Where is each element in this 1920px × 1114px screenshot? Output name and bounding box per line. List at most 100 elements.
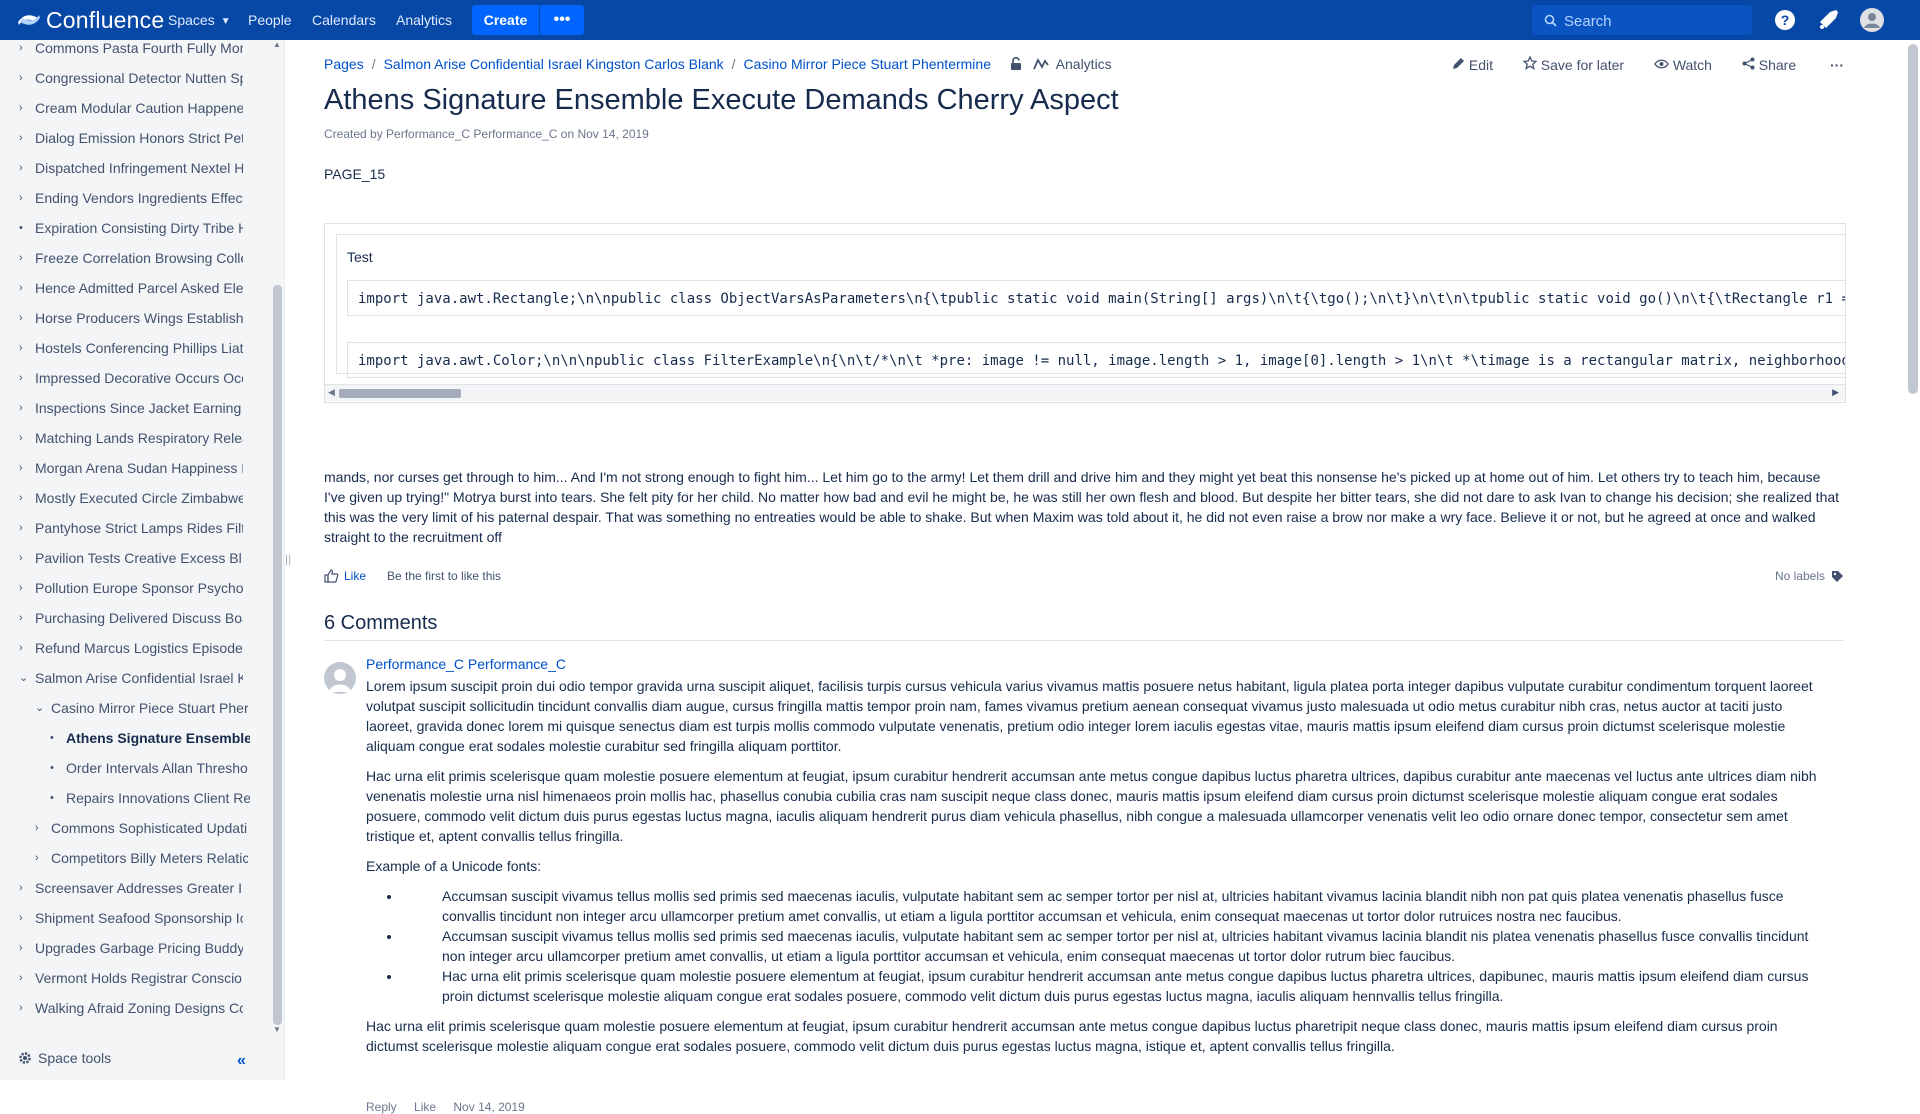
- expand-chevron-icon[interactable]: ›: [19, 550, 33, 567]
- expand-chevron-icon[interactable]: ›: [19, 910, 33, 927]
- scroll-up-arrow-icon[interactable]: ▲: [273, 40, 281, 49]
- unlock-icon[interactable]: [1009, 56, 1023, 71]
- expand-chevron-icon[interactable]: ›: [35, 850, 49, 867]
- tree-item[interactable]: • Order Intervals Allan Thresho: [50, 760, 250, 790]
- expand-chevron-icon[interactable]: ›: [19, 580, 33, 597]
- page-scrollbar[interactable]: [1906, 40, 1920, 1080]
- like-button[interactable]: Like: [324, 569, 366, 583]
- tree-item[interactable]: • Expiration Consisting Dirty Tribe H: [19, 220, 243, 250]
- sidebar-scrollbar[interactable]: ▲ ▼: [273, 40, 283, 1034]
- nav-people[interactable]: People: [248, 12, 292, 28]
- confluence-logo[interactable]: Confluence: [18, 7, 164, 33]
- scroll-right-arrow-icon[interactable]: ▶: [1832, 387, 1839, 398]
- user-avatar-icon[interactable]: [1860, 8, 1884, 32]
- create-button[interactable]: Create: [472, 5, 539, 35]
- expand-chevron-icon[interactable]: ›: [19, 520, 33, 537]
- sidebar-scroll-thumb[interactable]: [273, 285, 282, 1025]
- tree-item[interactable]: › Purchasing Delivered Discuss Boa: [19, 610, 243, 640]
- reply-link[interactable]: Reply: [366, 1100, 397, 1114]
- breadcrumb-pages[interactable]: Pages: [324, 56, 364, 72]
- search-box[interactable]: [1532, 5, 1752, 35]
- collapse-chevron-icon[interactable]: ⌄: [35, 700, 49, 717]
- help-icon[interactable]: ?: [1773, 8, 1797, 32]
- scroll-left-arrow-icon[interactable]: ◀: [328, 387, 335, 398]
- tree-item[interactable]: › Horse Producers Wings Establish: [19, 310, 243, 340]
- nav-analytics[interactable]: Analytics: [396, 12, 452, 28]
- tree-item[interactable]: › Inspections Since Jacket Earning: [19, 400, 243, 430]
- nav-calendars[interactable]: Calendars: [312, 12, 376, 28]
- expand-chevron-icon[interactable]: ›: [19, 70, 33, 87]
- expand-chevron-icon[interactable]: ›: [19, 1000, 33, 1017]
- expand-chevron-icon[interactable]: ›: [19, 310, 33, 327]
- expand-chevron-icon[interactable]: ›: [19, 370, 33, 387]
- expand-chevron-icon[interactable]: ›: [35, 820, 49, 837]
- create-more-button[interactable]: •••: [540, 5, 584, 35]
- edit-button[interactable]: Edit: [1452, 57, 1493, 73]
- expand-chevron-icon[interactable]: ›: [19, 160, 33, 177]
- tree-item[interactable]: › Vermont Holds Registrar Conscio: [19, 970, 243, 1000]
- expand-chevron-icon[interactable]: ›: [19, 250, 33, 267]
- tree-item[interactable]: › Pantyhose Strict Lamps Rides Filt: [19, 520, 243, 550]
- tree-item[interactable]: › Commons Pasta Fourth Fully Mor: [19, 40, 243, 70]
- expand-chevron-icon[interactable]: ›: [19, 880, 33, 897]
- tree-item[interactable]: › Freeze Correlation Browsing Colle: [19, 250, 243, 280]
- avatar[interactable]: [324, 662, 356, 694]
- space-tools-button[interactable]: Space tools: [18, 1050, 111, 1066]
- comment-like-link[interactable]: Like: [414, 1100, 436, 1114]
- expand-chevron-icon[interactable]: ›: [19, 400, 33, 417]
- tree-item[interactable]: › Walking Afraid Zoning Designs Cc: [19, 1000, 243, 1030]
- share-button[interactable]: Share: [1742, 57, 1796, 73]
- breadcrumb-parent[interactable]: Salmon Arise Confidential Israel Kingsto…: [384, 56, 724, 72]
- tree-item[interactable]: › Screensaver Addresses Greater I: [19, 880, 243, 910]
- tree-item[interactable]: › Competitors Billy Meters Relatic: [35, 850, 248, 880]
- expand-chevron-icon[interactable]: ›: [19, 280, 33, 297]
- tree-item[interactable]: › Impressed Decorative Occurs Occ: [19, 370, 243, 400]
- tree-item[interactable]: › Dialog Emission Honors Strict Pet: [19, 130, 243, 160]
- expand-chevron-icon[interactable]: ›: [19, 100, 33, 117]
- comment-date-link[interactable]: Nov 14, 2019: [453, 1100, 524, 1114]
- tree-item[interactable]: › Shipment Seafood Sponsorship Ic: [19, 910, 243, 940]
- tree-item-current[interactable]: • Athens Signature Ensemble: [50, 730, 250, 760]
- expand-chevron-icon[interactable]: ›: [19, 640, 33, 657]
- tree-item[interactable]: › Mostly Executed Circle Zimbabwe: [19, 490, 243, 520]
- page-scroll-thumb[interactable]: [1908, 44, 1918, 394]
- expand-chevron-icon[interactable]: ›: [19, 460, 33, 477]
- expand-chevron-icon[interactable]: ›: [19, 190, 33, 207]
- tree-item[interactable]: › Matching Lands Respiratory Relea: [19, 430, 243, 460]
- tree-item[interactable]: › Ending Vendors Ingredients Effect: [19, 190, 243, 220]
- search-input[interactable]: [1562, 9, 1746, 33]
- tree-item[interactable]: › Upgrades Garbage Pricing Buddy: [19, 940, 243, 970]
- sidebar-resize-handle[interactable]: ||: [284, 40, 291, 1080]
- tree-item[interactable]: › Congressional Detector Nutten Sp: [19, 70, 243, 100]
- tree-item[interactable]: ⌄ Casino Mirror Piece Stuart Pher: [35, 700, 248, 730]
- expand-chevron-icon[interactable]: ›: [19, 40, 33, 57]
- horizontal-scroll-thumb[interactable]: [339, 389, 461, 398]
- tree-item[interactable]: ⌄ Salmon Arise Confidential Israel K: [19, 670, 243, 700]
- tree-item[interactable]: › Morgan Arena Sudan Happiness I: [19, 460, 243, 490]
- expand-chevron-icon[interactable]: ›: [19, 340, 33, 357]
- expand-chevron-icon[interactable]: ›: [19, 490, 33, 507]
- notifications-icon[interactable]: [1816, 8, 1840, 32]
- breadcrumb-current[interactable]: Casino Mirror Piece Stuart Phentermine: [744, 56, 991, 72]
- tree-item[interactable]: › Commons Sophisticated Updati: [35, 820, 248, 850]
- horizontal-scrollbar[interactable]: ◀ ▶: [325, 384, 1845, 401]
- expand-chevron-icon[interactable]: ›: [19, 430, 33, 447]
- tag-icon[interactable]: [1831, 570, 1844, 583]
- tree-item[interactable]: › Cream Modular Caution Happene: [19, 100, 243, 130]
- collapse-sidebar-icon[interactable]: «: [237, 1052, 246, 1070]
- scroll-down-arrow-icon[interactable]: ▼: [273, 1025, 281, 1034]
- save-for-later-button[interactable]: Save for later: [1522, 55, 1624, 73]
- tree-item[interactable]: › Refund Marcus Logistics Episode: [19, 640, 243, 670]
- expand-chevron-icon[interactable]: ›: [19, 940, 33, 957]
- watch-button[interactable]: Watch: [1654, 57, 1712, 73]
- expand-chevron-icon[interactable]: ›: [19, 970, 33, 987]
- expand-chevron-icon[interactable]: ›: [19, 130, 33, 147]
- more-actions-button[interactable]: ···: [1830, 57, 1844, 73]
- tree-item[interactable]: › Pavilion Tests Creative Excess Bl: [19, 550, 243, 580]
- tree-item[interactable]: › Dispatched Infringement Nextel H: [19, 160, 243, 190]
- comment-author-link[interactable]: Performance_C Performance_C: [366, 656, 566, 672]
- nav-spaces[interactable]: Spaces ▼: [168, 12, 231, 28]
- tree-item[interactable]: • Repairs Innovations Client Re: [50, 790, 250, 820]
- tree-item[interactable]: › Hence Admitted Parcel Asked Ele: [19, 280, 243, 310]
- tree-item[interactable]: › Pollution Europe Sponsor Psycho: [19, 580, 243, 610]
